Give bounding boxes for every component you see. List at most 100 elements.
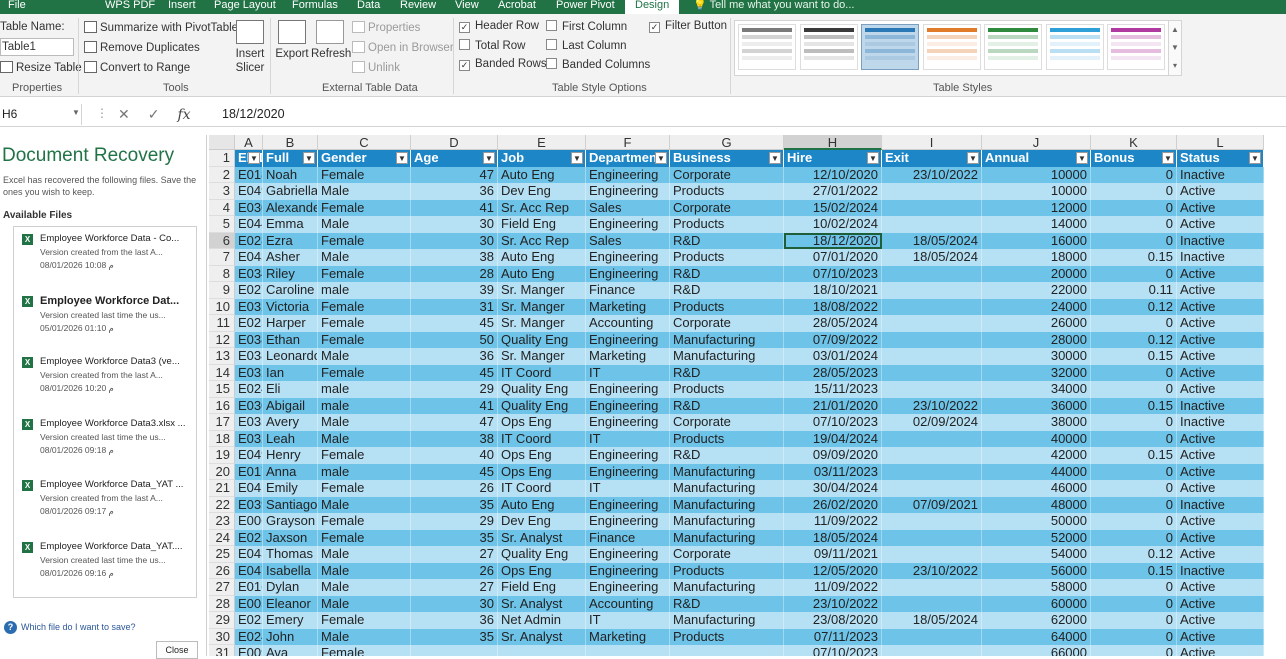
header-cell[interactable]: Department ▼	[586, 150, 670, 167]
row-header[interactable]: 9	[209, 282, 235, 299]
table-cell[interactable]: 28/05/2024	[784, 315, 882, 332]
table-cell[interactable]: 21/01/2020	[784, 397, 882, 414]
table-cell[interactable]: 47	[411, 166, 498, 183]
table-cell[interactable]: Manufacturing	[670, 463, 784, 480]
header-cell[interactable]: Annual ▼	[982, 150, 1091, 167]
filter-dropdown-icon[interactable]: ▼	[1076, 152, 1088, 164]
table-cell[interactable]: 27/01/2022	[784, 183, 882, 200]
table-cell[interactable]: 30/04/2024	[784, 480, 882, 497]
properties-button[interactable]: Properties	[352, 21, 420, 34]
table-cell[interactable]: 11/09/2022	[784, 579, 882, 596]
table-cell[interactable]: E02769	[235, 282, 263, 299]
table-cell[interactable]: R&D	[670, 447, 784, 464]
first-column-checkbox[interactable]: First Column	[546, 20, 627, 33]
table-cell[interactable]: R&D	[670, 282, 784, 299]
ribbon-tab-file[interactable]: File	[8, 0, 26, 14]
table-cell[interactable]: male	[318, 397, 411, 414]
table-cell[interactable]: Products	[670, 298, 784, 315]
table-cell[interactable]: Corporate	[670, 199, 784, 216]
table-cell[interactable]: 0	[1091, 232, 1177, 249]
header-cell[interactable]: Hire ▼	[784, 150, 882, 167]
table-cell[interactable]: E03994	[235, 496, 263, 513]
row-header[interactable]: 12	[209, 331, 235, 348]
table-cell[interactable]	[670, 645, 784, 656]
table-cell[interactable]: Accounting	[586, 315, 670, 332]
filter-dropdown-icon[interactable]: ▼	[769, 152, 781, 164]
table-cell[interactable]: IT Coord	[498, 364, 586, 381]
table-cell[interactable]: 09/11/2021	[784, 546, 882, 563]
ribbon-tab-formulas[interactable]: Formulas	[292, 0, 338, 14]
table-style-swatch[interactable]	[1107, 24, 1165, 70]
table-cell[interactable]: 03/11/2023	[784, 463, 882, 480]
table-cell[interactable]: Sales	[586, 199, 670, 216]
table-cell[interactable]: Female	[318, 232, 411, 249]
table-cell[interactable]: Ops Eng	[498, 463, 586, 480]
table-cell[interactable]: Marketing	[586, 298, 670, 315]
column-header-a[interactable]: A	[235, 135, 263, 150]
table-cell[interactable]: Active	[1177, 529, 1264, 546]
table-cell[interactable]: 10000	[982, 183, 1091, 200]
table-cell[interactable]: Female	[318, 513, 411, 530]
row-header[interactable]: 4	[209, 199, 235, 216]
table-cell[interactable]: 60000	[982, 595, 1091, 612]
table-cell[interactable]: 0	[1091, 166, 1177, 183]
table-cell[interactable]: Engineering	[586, 166, 670, 183]
table-cell[interactable]: 23/08/2020	[784, 612, 882, 629]
table-cell[interactable]: Inactive	[1177, 496, 1264, 513]
table-cell[interactable]: Female	[318, 447, 411, 464]
table-cell[interactable]: E04109	[235, 480, 263, 497]
table-cell[interactable]: Female	[318, 645, 411, 656]
table-cell[interactable]: E04369	[235, 546, 263, 563]
table-cell[interactable]	[882, 645, 982, 656]
table-cell[interactable]: Engineering	[586, 496, 670, 513]
table-cell[interactable]: male	[318, 381, 411, 398]
table-cell[interactable]: Henry	[263, 447, 318, 464]
table-cell[interactable]: Field Eng	[498, 216, 586, 233]
table-cell[interactable]: 0	[1091, 612, 1177, 629]
table-cell[interactable]: Manufacturing	[670, 331, 784, 348]
table-cell[interactable]: 41	[411, 199, 498, 216]
table-cell[interactable]: Female	[318, 364, 411, 381]
column-header-g[interactable]: G	[670, 135, 784, 150]
row-header[interactable]: 28	[209, 595, 235, 612]
header-cell[interactable]: Business ▼	[670, 150, 784, 167]
table-cell[interactable]: 45	[411, 364, 498, 381]
table-cell[interactable]: Male	[318, 496, 411, 513]
filter-dropdown-icon[interactable]: ▼	[248, 152, 260, 164]
row-header[interactable]: 31	[209, 645, 235, 656]
table-cell[interactable]: 15/11/2023	[784, 381, 882, 398]
table-cell[interactable]: E02534	[235, 315, 263, 332]
table-cell[interactable]: Engineering	[586, 414, 670, 431]
table-cell[interactable]: 07/10/2023	[784, 414, 882, 431]
table-cell[interactable]: E02274	[235, 612, 263, 629]
table-cell[interactable]: Emily	[263, 480, 318, 497]
table-style-swatch[interactable]	[799, 24, 858, 70]
table-cell[interactable]: Sr. Analyst	[498, 595, 586, 612]
table-cell[interactable]: 50000	[982, 513, 1091, 530]
column-header-k[interactable]: K	[1091, 135, 1177, 150]
column-header-j[interactable]: J	[982, 135, 1091, 150]
table-cell[interactable]: Finance	[586, 529, 670, 546]
recovery-file-item[interactable]: X Employee Workforce Data_YAT ... Version …	[14, 477, 196, 535]
row-header[interactable]: 8	[209, 265, 235, 282]
close-button[interactable]: Close	[156, 641, 198, 659]
table-cell[interactable]: E00956	[235, 645, 263, 656]
table-cell[interactable]	[882, 513, 982, 530]
table-cell[interactable]: Inactive	[1177, 397, 1264, 414]
row-header[interactable]: 23	[209, 513, 235, 530]
table-cell[interactable]: 41	[411, 397, 498, 414]
table-cell[interactable]: E00608	[235, 513, 263, 530]
table-cell[interactable]: Auto Eng	[498, 249, 586, 266]
ribbon-tab-data[interactable]: Data	[357, 0, 380, 14]
table-cell[interactable]: 0	[1091, 183, 1177, 200]
name-box[interactable]: H6	[0, 104, 82, 125]
table-cell[interactable]: Finance	[586, 282, 670, 299]
row-header[interactable]: 1	[209, 150, 235, 167]
table-cell[interactable]	[882, 480, 982, 497]
header-cell[interactable]: Bonus ▼	[1091, 150, 1177, 167]
table-cell[interactable]: Active	[1177, 628, 1264, 645]
table-cell[interactable]: IT Coord	[498, 430, 586, 447]
row-header[interactable]: 21	[209, 480, 235, 497]
table-cell[interactable]	[882, 216, 982, 233]
table-cell[interactable]: Female	[318, 166, 411, 183]
